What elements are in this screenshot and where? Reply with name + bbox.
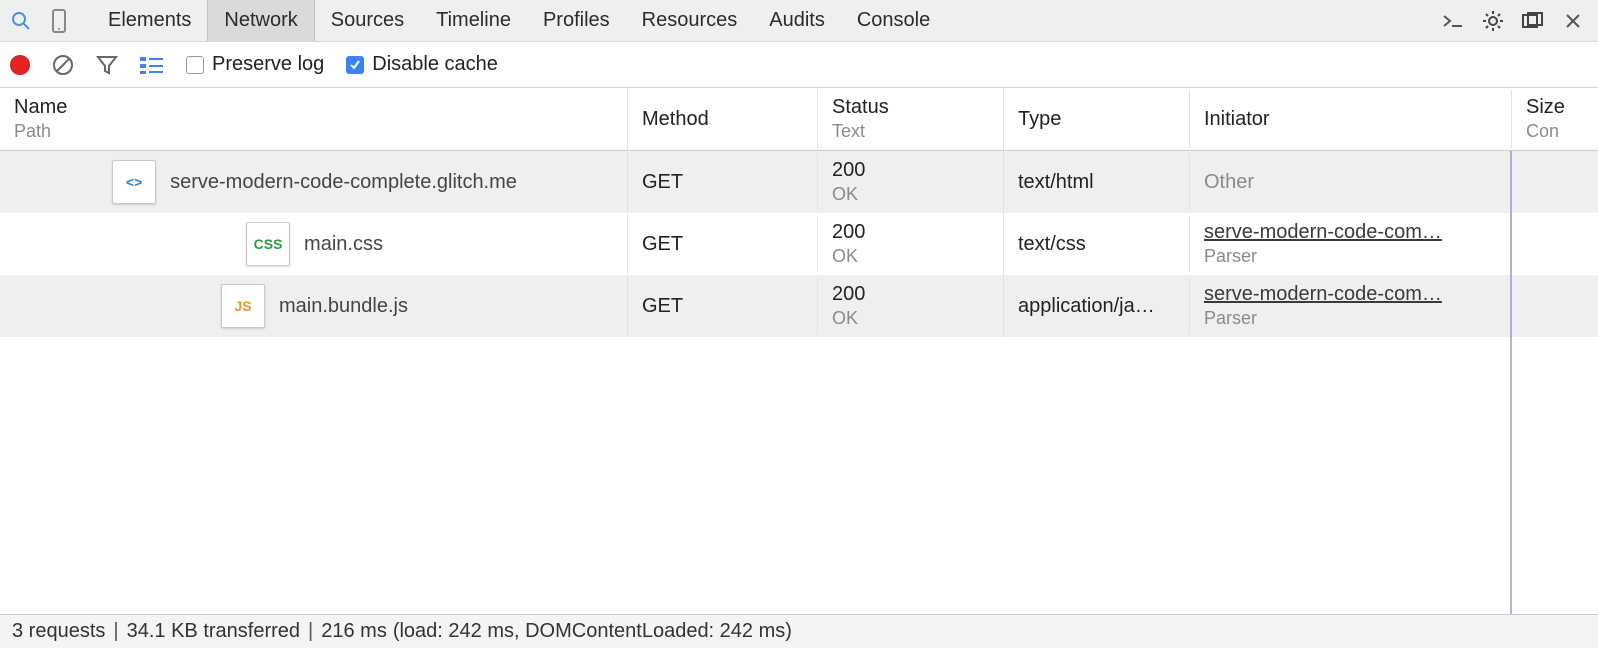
record-icon bbox=[10, 55, 30, 75]
cell-status: 200 OK bbox=[818, 275, 1004, 337]
close-icon[interactable] bbox=[1558, 6, 1588, 36]
checkbox-icon bbox=[346, 56, 364, 74]
device-mode-icon[interactable] bbox=[44, 6, 74, 36]
table-header-row: Name Path Method Status Text Type Initia… bbox=[0, 88, 1598, 151]
settings-gear-icon[interactable] bbox=[1478, 6, 1508, 36]
funnel-icon bbox=[96, 54, 118, 76]
column-header-name[interactable]: Name Path bbox=[0, 88, 628, 150]
search-icon[interactable] bbox=[6, 6, 36, 36]
cell-initiator: serve-modern-code-com… Parser bbox=[1190, 275, 1512, 337]
document-file-icon: <> bbox=[112, 160, 156, 204]
cell-method: GET bbox=[628, 278, 818, 334]
column-header-initiator-label: Initiator bbox=[1204, 108, 1499, 131]
request-name: main.bundle.js bbox=[279, 295, 408, 318]
network-requests-table: Name Path Method Status Text Type Initia… bbox=[0, 88, 1598, 614]
column-header-type-label: Type bbox=[1018, 108, 1177, 131]
tab-console[interactable]: Console bbox=[841, 0, 946, 41]
tab-profiles[interactable]: Profiles bbox=[527, 0, 626, 41]
column-header-size-sub: Con bbox=[1526, 121, 1586, 142]
status-time: 216 ms bbox=[321, 620, 387, 643]
table-row[interactable]: CSS main.css GET 200 OK text/css serve-m… bbox=[0, 213, 1598, 275]
dock-side-icon[interactable] bbox=[1518, 6, 1548, 36]
column-header-status-sub: Text bbox=[832, 121, 991, 142]
cell-size bbox=[1512, 154, 1598, 210]
column-header-status-label: Status bbox=[832, 96, 991, 119]
disable-cache-checkbox[interactable]: Disable cache bbox=[346, 53, 498, 76]
initiator-link[interactable]: serve-modern-code-com… bbox=[1204, 283, 1499, 306]
status-separator: | bbox=[308, 620, 313, 643]
cell-name: CSS main.css bbox=[0, 214, 628, 274]
tab-network[interactable]: Network bbox=[207, 0, 314, 41]
column-header-method-label: Method bbox=[642, 108, 805, 131]
cell-type: application/ja… bbox=[1004, 278, 1190, 334]
cell-method: GET bbox=[628, 216, 818, 272]
js-file-icon: JS bbox=[221, 284, 265, 328]
cell-type: text/css bbox=[1004, 216, 1190, 272]
clear-icon bbox=[52, 54, 74, 76]
column-header-type[interactable]: Type bbox=[1004, 90, 1190, 148]
tab-sources[interactable]: Sources bbox=[315, 0, 420, 41]
clear-button[interactable] bbox=[52, 54, 74, 76]
table-row[interactable]: <> serve-modern-code-complete.glitch.me … bbox=[0, 151, 1598, 213]
filter-button[interactable] bbox=[96, 54, 118, 76]
cell-initiator: serve-modern-code-com… Parser bbox=[1190, 213, 1512, 275]
network-toolbar: Preserve log Disable cache bbox=[0, 42, 1598, 88]
cell-status: 200 OK bbox=[818, 151, 1004, 213]
cell-name: <> serve-modern-code-complete.glitch.me bbox=[0, 152, 628, 212]
disable-cache-label: Disable cache bbox=[372, 53, 498, 76]
table-row[interactable]: JS main.bundle.js GET 200 OK application… bbox=[0, 275, 1598, 337]
devtools-topbar: Elements Network Sources Timeline Profil… bbox=[0, 0, 1598, 42]
status-requests: 3 requests bbox=[12, 620, 105, 643]
tab-audits[interactable]: Audits bbox=[753, 0, 841, 41]
preserve-log-label: Preserve log bbox=[212, 53, 324, 76]
request-name: serve-modern-code-complete.glitch.me bbox=[170, 171, 517, 194]
cell-status: 200 OK bbox=[818, 213, 1004, 275]
initiator-link[interactable]: serve-modern-code-com… bbox=[1204, 221, 1499, 244]
preserve-log-checkbox[interactable]: Preserve log bbox=[186, 53, 324, 76]
network-status-bar: 3 requests | 34.1 KB transferred | 216 m… bbox=[0, 614, 1598, 648]
checkbox-icon bbox=[186, 56, 204, 74]
view-toggle-button[interactable] bbox=[140, 56, 164, 74]
css-file-icon: CSS bbox=[246, 222, 290, 266]
tab-elements[interactable]: Elements bbox=[92, 0, 207, 41]
cell-size bbox=[1512, 278, 1598, 334]
devtools-tabs: Elements Network Sources Timeline Profil… bbox=[92, 0, 946, 41]
column-header-size[interactable]: Size Con bbox=[1512, 88, 1598, 150]
show-drawer-icon[interactable] bbox=[1438, 6, 1468, 36]
request-name: main.css bbox=[304, 233, 383, 256]
record-button[interactable] bbox=[10, 55, 30, 75]
column-header-status[interactable]: Status Text bbox=[818, 88, 1004, 150]
cell-initiator: Other bbox=[1190, 154, 1512, 210]
status-timing-detail: (load: 242 ms, DOMContentLoaded: 242 ms) bbox=[393, 620, 792, 643]
list-view-icon bbox=[140, 56, 164, 74]
tab-timeline[interactable]: Timeline bbox=[420, 0, 527, 41]
status-separator: | bbox=[113, 620, 118, 643]
column-header-size-label: Size bbox=[1526, 96, 1586, 119]
column-header-name-label: Name bbox=[14, 96, 615, 119]
cell-method: GET bbox=[628, 154, 818, 210]
status-transferred: 34.1 KB transferred bbox=[127, 620, 300, 643]
tab-resources[interactable]: Resources bbox=[626, 0, 754, 41]
cell-type: text/html bbox=[1004, 154, 1190, 210]
table-body: <> serve-modern-code-complete.glitch.me … bbox=[0, 151, 1598, 614]
column-header-name-sub: Path bbox=[14, 121, 615, 142]
cell-name: JS main.bundle.js bbox=[0, 276, 628, 336]
column-header-initiator[interactable]: Initiator bbox=[1190, 90, 1512, 148]
column-header-method[interactable]: Method bbox=[628, 90, 818, 148]
topbar-right bbox=[1438, 6, 1592, 36]
cell-size bbox=[1512, 216, 1598, 272]
